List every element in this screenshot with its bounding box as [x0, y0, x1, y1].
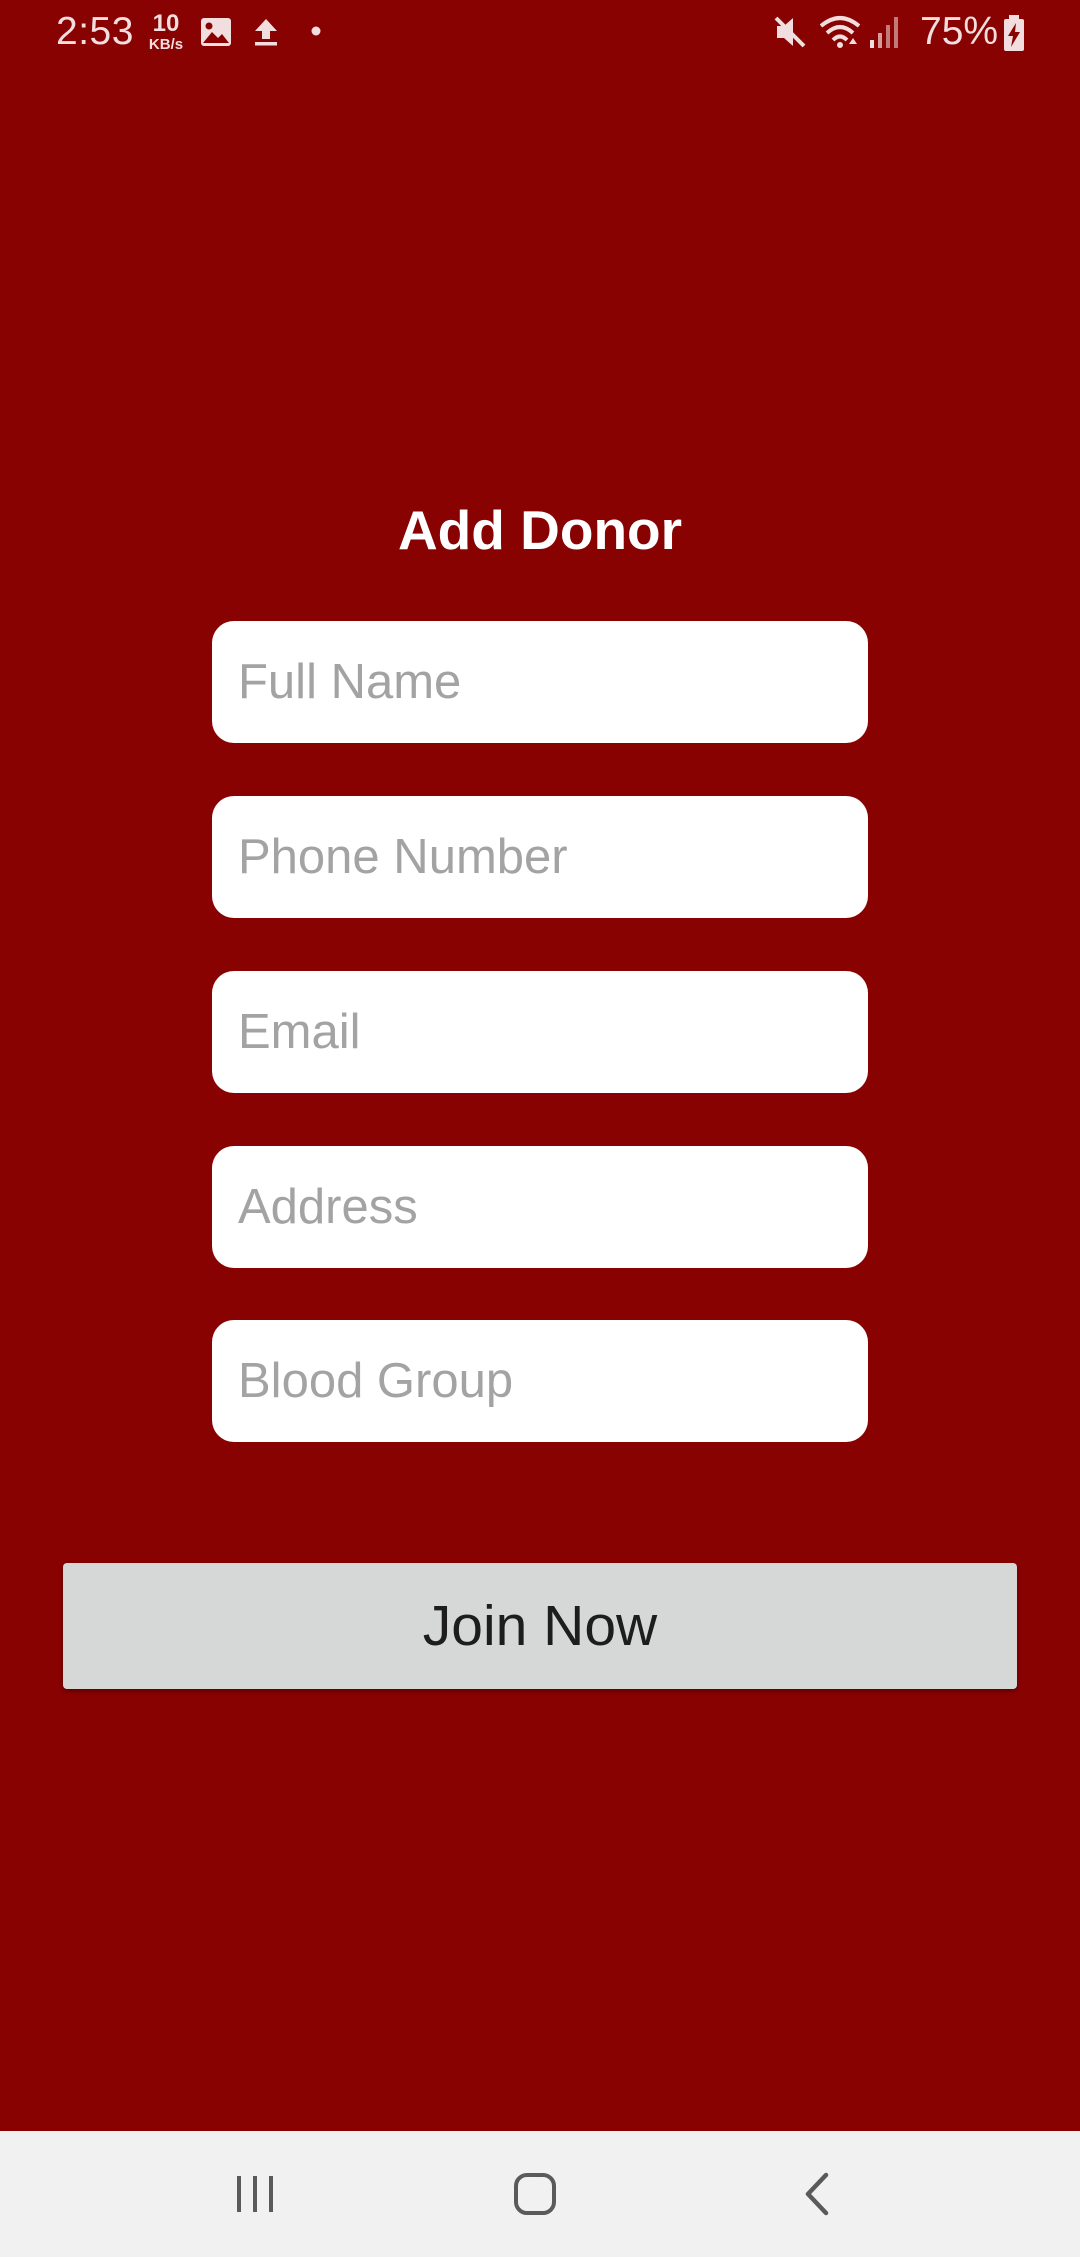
email-field[interactable]: [212, 971, 868, 1093]
dot-icon: [311, 26, 321, 36]
home-icon: [514, 2173, 556, 2215]
signal-icon: [870, 17, 898, 48]
recent-apps-button[interactable]: [210, 2159, 300, 2229]
wifi-icon: [819, 16, 861, 48]
network-speed-value: 10: [152, 10, 180, 37]
page-title: Add Donor: [397, 499, 683, 561]
status-time: 2:53: [56, 10, 134, 53]
phone-number-field[interactable]: [212, 796, 868, 918]
status-bar: 2:53 10 KB/s 75%: [0, 0, 1080, 66]
full-name-field[interactable]: [212, 621, 868, 743]
battery-percent: 75%: [920, 10, 999, 53]
back-icon: [805, 2172, 829, 2216]
blood-group-field[interactable]: [212, 1320, 868, 1442]
navigation-bar: [0, 2131, 1080, 2257]
join-now-button[interactable]: Join Now: [63, 1563, 1017, 1689]
network-speed: 10 KB/s: [146, 10, 186, 53]
address-field[interactable]: [212, 1146, 868, 1268]
home-button[interactable]: [490, 2159, 580, 2229]
mute-icon: [774, 16, 806, 48]
image-icon: [201, 18, 231, 46]
back-button[interactable]: [772, 2159, 862, 2229]
recent-apps-icon: [237, 2176, 273, 2212]
network-speed-unit: KB/s: [148, 36, 184, 53]
upload-icon: [255, 19, 277, 46]
battery-charging-icon: [1004, 15, 1024, 51]
